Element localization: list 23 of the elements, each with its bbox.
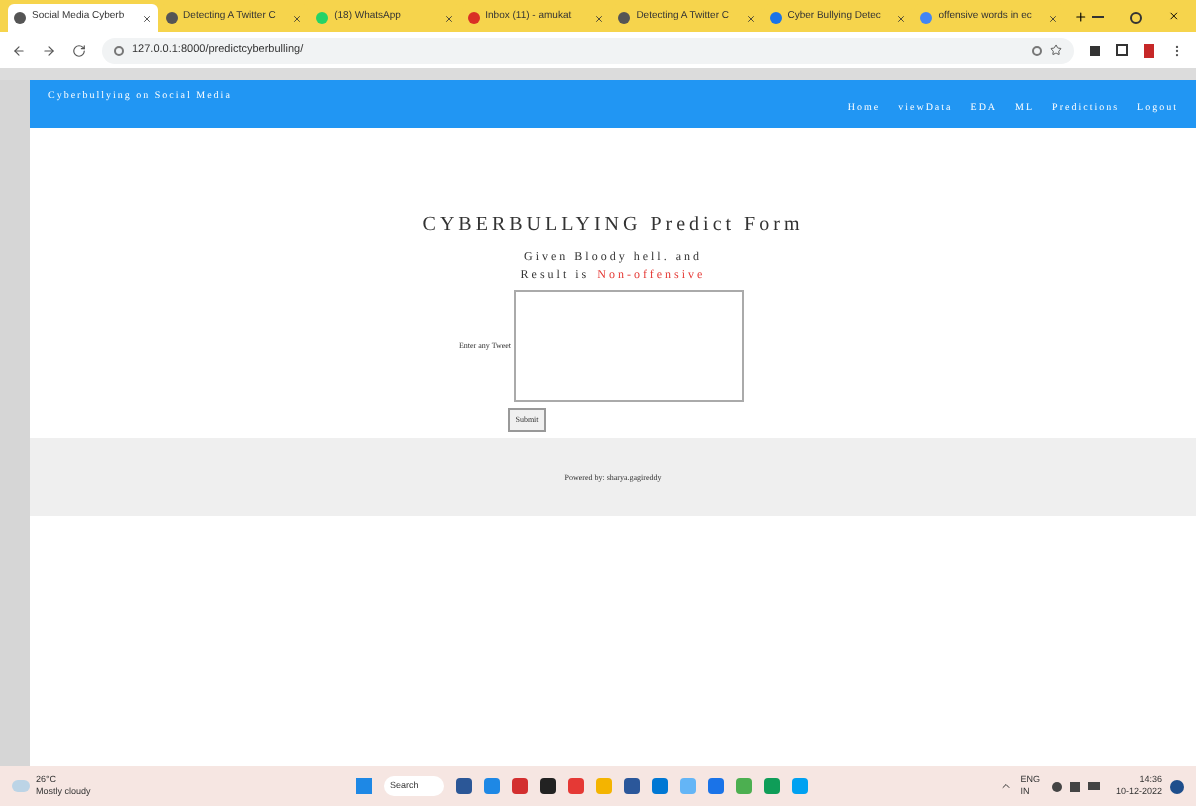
site-icon <box>316 12 329 24</box>
reload-icon[interactable] <box>72 43 86 57</box>
tweet-field[interactable] <box>513 290 744 402</box>
site-icon <box>769 12 782 24</box>
start-icon[interactable] <box>356 778 372 794</box>
site-icon <box>467 12 480 24</box>
site-icon <box>618 12 631 24</box>
forward-icon[interactable] <box>42 43 56 57</box>
weather-icon <box>12 780 30 792</box>
site-icon <box>920 12 933 24</box>
notification-icon[interactable] <box>1170 779 1184 793</box>
form-title: CYBERBULLYING Predict Form <box>422 212 804 240</box>
site-icon <box>14 12 26 24</box>
new-tab-icon[interactable] <box>1073 10 1088 24</box>
site-icon <box>165 12 178 24</box>
star-icon[interactable] <box>1050 44 1062 56</box>
sidebar-icon[interactable] <box>1116 44 1128 56</box>
close-icon[interactable] <box>1168 10 1181 22</box>
menu-icon[interactable] <box>1170 43 1184 57</box>
minimize-icon[interactable] <box>1091 16 1105 18</box>
maximize-icon[interactable] <box>1130 12 1143 24</box>
back-icon[interactable] <box>12 43 26 57</box>
caret-icon[interactable] <box>1000 780 1013 792</box>
